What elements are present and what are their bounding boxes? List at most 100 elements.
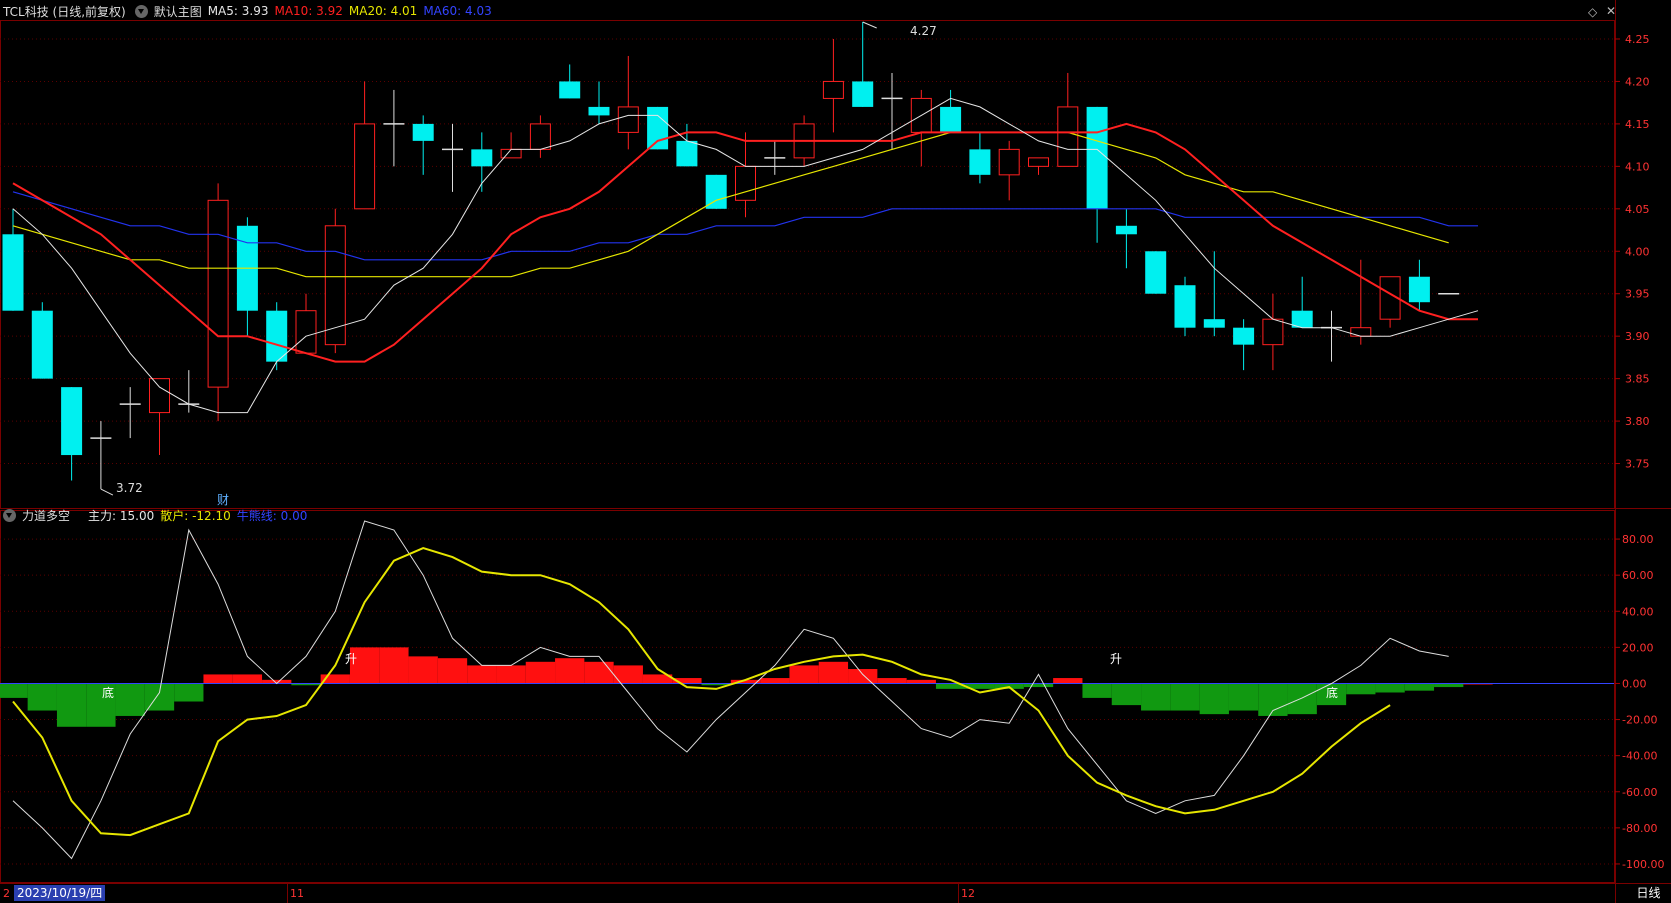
price-axis-label: 4.25	[1625, 33, 1650, 46]
indicator-bar	[1082, 683, 1112, 698]
indicator-bar	[1228, 683, 1259, 711]
candle-body-down	[559, 81, 581, 99]
diamond-icon[interactable]: ◇	[1588, 5, 1597, 19]
candle-body-up	[354, 123, 376, 210]
indicator-bar	[1141, 683, 1171, 711]
candle-body-up	[324, 225, 346, 346]
candle-body-down	[1145, 251, 1167, 294]
indicator-bar	[760, 678, 790, 684]
candle-body-down	[705, 174, 727, 209]
candle-body-up	[1350, 327, 1372, 337]
indicator-name[interactable]: 力道多空	[22, 507, 70, 524]
indicator-bar	[818, 661, 849, 684]
candle-body-down	[647, 106, 669, 150]
candle-body-down	[266, 310, 288, 362]
price-axis-label: 4.00	[1625, 245, 1650, 258]
grid-lines	[0, 38, 1614, 865]
indicator-bar	[1111, 683, 1142, 706]
indicator-bar	[174, 683, 204, 702]
price-axis-label: 3.95	[1625, 288, 1650, 301]
candle-body-down	[1115, 225, 1137, 235]
indicator-axis-label: 20.00	[1622, 641, 1654, 654]
template-dropdown-icon[interactable]	[134, 4, 148, 18]
indicator-bar	[848, 669, 878, 684]
indicator-bar	[408, 656, 438, 684]
ma5-value: MA5: 3.93	[207, 4, 269, 18]
candle-body-up	[617, 106, 639, 133]
indicator-axis-label: -60.00	[1622, 786, 1657, 799]
high-label: 4.27	[910, 24, 937, 38]
price-axis-label: 4.05	[1625, 203, 1650, 216]
indicator-bar	[1053, 678, 1083, 684]
candle-body-down	[412, 123, 434, 141]
candle-body-up	[149, 378, 170, 414]
indicator-bar	[496, 665, 526, 684]
candle-body-down	[852, 81, 874, 107]
left-mark: 2	[3, 887, 10, 900]
month-label-12: 12	[961, 887, 975, 900]
indicator-panel-frame	[0, 510, 1615, 883]
indicator-bar	[0, 683, 28, 698]
cursor-date-tag: 2023/10/19/四	[14, 885, 106, 901]
candle-body-down	[588, 106, 610, 116]
indicator-bar	[1346, 683, 1376, 695]
indicator-series	[0, 520, 1614, 860]
indicator-bar	[115, 683, 145, 716]
bottom-marker-2: 底	[1326, 685, 1338, 700]
candle-body-up	[1057, 106, 1079, 167]
candle-body-down	[676, 140, 698, 167]
candle-body-down	[471, 149, 493, 167]
candle-body-down	[31, 310, 53, 379]
indicator-dropdown-icon[interactable]	[3, 508, 16, 522]
candle-body-up	[207, 199, 229, 388]
close-icon[interactable]: ✕	[1606, 4, 1616, 18]
price-axis-label: 3.75	[1625, 458, 1650, 471]
candle-body-down	[940, 106, 962, 133]
kline-chart[interactable]: 4.25 4.20 4.15 4.10 4.05 4.00 3.95 3.90 3.85 3.80…	[0, 0, 1671, 903]
indicator-bar	[906, 679, 936, 684]
candle-body-up	[295, 310, 317, 354]
indicator-bar	[437, 658, 468, 684]
ma20-value: MA20: 4.01	[348, 4, 418, 18]
candle-body-up	[735, 165, 756, 201]
indicator-bar	[877, 678, 907, 684]
low-label: 3.72	[116, 481, 143, 495]
candle-body-up	[1028, 157, 1049, 167]
price-axis-label: 4.10	[1625, 160, 1650, 173]
period-selector[interactable]: 日线	[1626, 885, 1671, 901]
indicator-bar	[27, 683, 57, 711]
indicator-bar	[1434, 683, 1464, 688]
indicator-bar	[525, 661, 556, 684]
candlestick-series	[2, 21, 1460, 496]
low-pointer	[100, 488, 114, 496]
price-axis-label: 3.85	[1625, 373, 1650, 386]
indicator-header: 力道多空 主力: 15.00 散户: -12.10 牛熊线: 0.00	[0, 505, 313, 525]
indicator-bar	[1170, 683, 1200, 711]
indicator-bar	[56, 683, 87, 727]
stock-title[interactable]: TCL科技 (日线,前复权)	[3, 3, 126, 20]
candle-body-down	[61, 387, 83, 456]
indicator-axis-label: 80.00	[1622, 533, 1654, 546]
price-header: TCL科技 (日线,前复权) 默认主图 MA5: 3.93 MA10: 3.92…	[0, 1, 498, 21]
candle-body-up	[998, 148, 1020, 176]
indicator-bar	[584, 661, 614, 684]
indicator-bar	[467, 665, 497, 684]
candle-body-up	[529, 123, 551, 150]
rise-marker-2: 升	[1110, 652, 1122, 666]
ma60-value: MA60: 4.03	[423, 4, 492, 18]
indicator-bar	[1404, 683, 1435, 691]
indicator-bar	[1023, 683, 1054, 688]
bull-bear-value: 牛熊线: 0.00	[236, 508, 308, 523]
main-force-value: 主力: 15.00	[88, 508, 155, 523]
template-name[interactable]: 默认主图	[154, 3, 202, 20]
candle-body-up	[822, 80, 844, 99]
candle-body-down	[1408, 276, 1430, 303]
price-axis-label: 3.80	[1625, 415, 1650, 428]
indicator-axis: 80.00 60.00 40.00 20.00 0.00 -20.00 -40.00 -60.…	[1615, 533, 1664, 871]
price-axis-label: 3.90	[1625, 330, 1650, 343]
indicator-bar	[789, 665, 819, 684]
rise-marker-1: 升	[345, 652, 357, 666]
retail-value: 散户: -12.10	[160, 508, 231, 523]
indicator-axis-label: 60.00	[1622, 569, 1654, 582]
indicator-bar	[555, 658, 585, 684]
